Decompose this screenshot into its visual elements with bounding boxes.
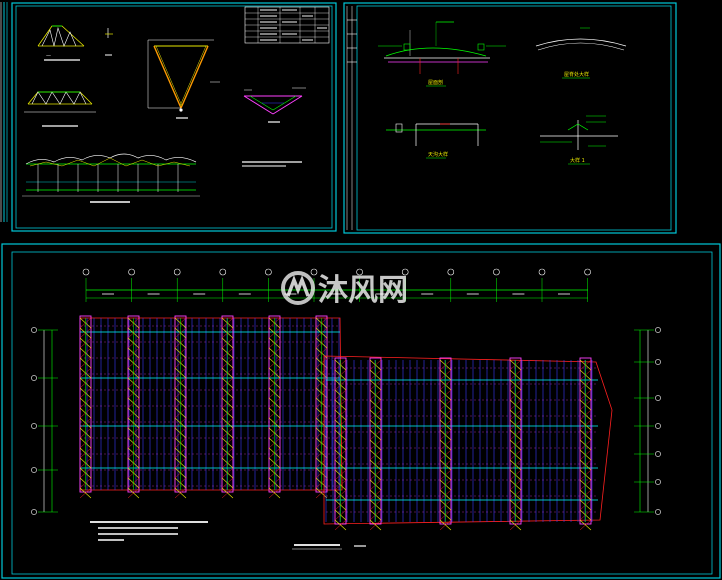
label-ridge-detail: 屋脊处大样 [564,71,589,78]
label-roof-section: 屋面剖 [428,79,443,86]
label-gutter-detail: 天沟大样 [428,151,448,158]
cad-drawing-canvas: — 屋面剖 屋脊处大样 天沟大样 大样 1 沐风网 [0,0,722,580]
watermark-text: 沐风网 [318,273,408,308]
svg-text:—: — [46,53,51,59]
label-detail-1: 大样 1 [570,157,585,164]
